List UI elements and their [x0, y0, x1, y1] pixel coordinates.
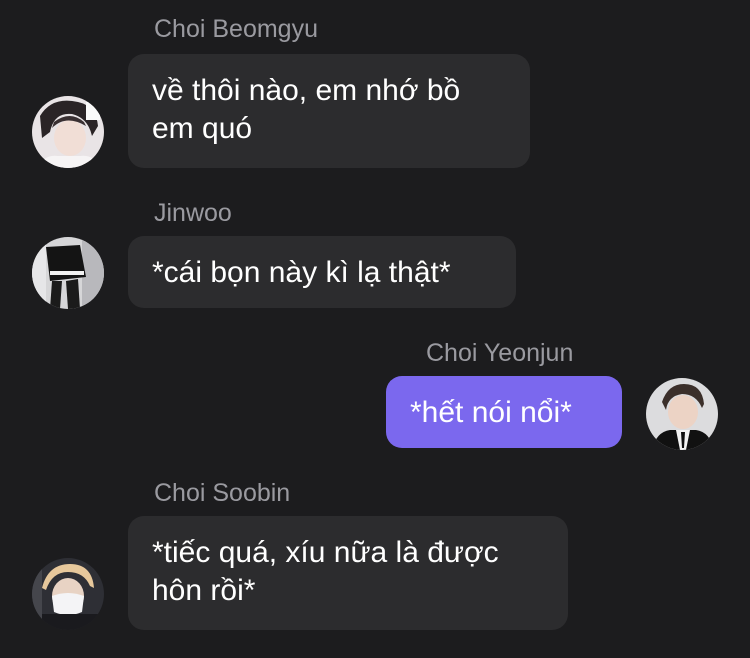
message-text-line: *tiếc quá, xíu nữa là được — [152, 536, 499, 569]
avatar-photo-icon — [32, 237, 104, 309]
avatar-photo-icon — [32, 558, 104, 630]
message-text: *hết nói nổi* — [410, 396, 572, 429]
avatar-photo-icon — [646, 378, 718, 450]
message-bubble[interactable]: về thôi nào, em nhớ bồ em quó — [128, 54, 530, 168]
avatar[interactable] — [32, 96, 104, 168]
chat-thread: Choi Beomgyu về thôi nào, em nhớ bồ em q… — [0, 0, 750, 658]
avatar-photo-icon — [32, 96, 104, 168]
avatar[interactable] — [32, 558, 104, 630]
sender-name: Choi Yeonjun — [426, 339, 574, 367]
avatar[interactable] — [646, 378, 718, 450]
message-bubble[interactable]: *tiếc quá, xíu nữa là được hôn rồi* — [128, 516, 568, 630]
message-text-line: hôn rồi* — [152, 574, 256, 607]
message-text-line: em quó — [152, 112, 253, 145]
message-text: *cái bọn này kì lạ thật* — [152, 256, 451, 289]
avatar[interactable] — [32, 237, 104, 309]
sender-name: Choi Beomgyu — [154, 15, 318, 43]
sender-name: Jinwoo — [154, 199, 232, 227]
sender-name: Choi Soobin — [154, 479, 291, 507]
message-text-line: về thôi nào, em nhớ bồ — [152, 74, 461, 107]
message-bubble[interactable]: *hết nói nổi* — [386, 376, 622, 448]
message-bubble[interactable]: *cái bọn này kì lạ thật* — [128, 236, 516, 308]
